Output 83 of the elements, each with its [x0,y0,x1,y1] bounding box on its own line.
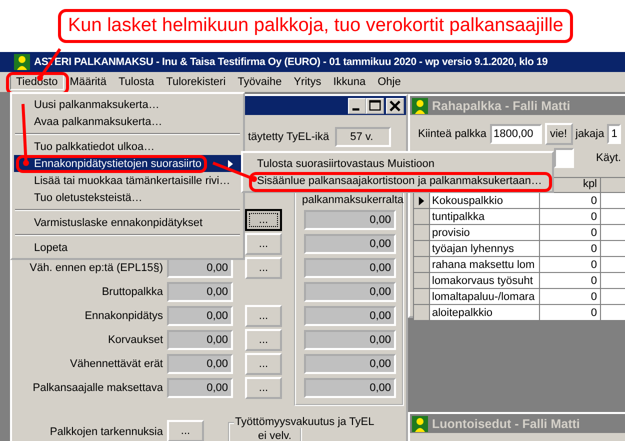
menu-item[interactable]: Tuo oletusteksteistä… [14,189,241,206]
field-label: Vähennettävät erät [70,358,163,370]
row-pointer-icon [418,196,425,206]
menu-item[interactable]: Työvaihe [232,74,288,90]
menu-item[interactable]: Ohje [372,74,407,90]
amount-field: 0,00 [167,282,233,302]
table-cell: aloitepalkkio [430,305,540,320]
menu-item[interactable]: Avaa palkanmaksukerta… [14,113,241,130]
person-icon [14,54,30,70]
table-cell: 0 [540,273,601,288]
table-cell: tuntipalkka [430,209,540,224]
details-button[interactable]: ... [167,420,204,441]
field-label: täytetty TyEL-ikä [248,131,330,143]
menu-item[interactable]: Lisää tai muokkaa tämänkertaisille rivi… [14,172,241,189]
group-label: palkanmaksukerralta [302,194,404,206]
amount-field: 0,00 [167,330,233,350]
table-cell: 0 [540,257,601,272]
details-button[interactable]: ... [245,209,282,231]
field-label: Palkansaajalle maksettava [32,382,163,394]
field-label: Bruttopalkka [102,286,163,298]
details-button[interactable]: ... [245,305,282,327]
menu-item[interactable]: Tulosta [112,74,160,90]
submenu-arrow-icon [228,160,233,168]
field-label: Palkkojen tarkennuksia [48,426,163,438]
group-label: Työttömyysvakuutus ja TyEL [234,416,376,428]
row-header[interactable] [414,193,430,208]
table-cell: työajan lyhennys [430,241,540,256]
person-icon [412,416,428,432]
menu-item[interactable]: Määritä [64,74,112,90]
table-cell: 0 [540,209,601,224]
close-icon[interactable] [386,98,404,114]
details-button[interactable]: ... [245,233,282,255]
table-cell: 0 [540,225,601,240]
details-button[interactable]: ... [245,257,282,279]
menu-item[interactable]: Tuo palkkatiedot ulkoa… [14,138,241,155]
field-label: jakaja [576,128,604,140]
amount-field: 0,00 [167,306,233,326]
menu-item[interactable]: Varmistuslaske ennakonpidätykset [14,214,241,231]
amount-field: 0,00 [304,210,396,230]
amount-field: 0,00 [167,258,233,278]
option-label: ei velv. [258,430,292,441]
table-cell: rahana maksettu lom [430,257,540,272]
input-field[interactable] [554,148,574,168]
salary-field[interactable]: 1800,00 [490,124,542,144]
leader-line [20,103,30,167]
details-button[interactable]: ... [245,377,282,399]
table-cell: 0 [540,241,601,256]
amount-field: 0,00 [304,258,396,278]
amount-field: 0,00 [304,306,396,326]
person-icon [412,98,428,114]
menu-item[interactable]: Tulosta suorasiirtovastaus Muistioon [245,155,550,172]
menu-item[interactable]: Lopeta [14,239,241,256]
amount-field: 0,00 [304,354,396,374]
table-cell: provisio [430,225,540,240]
table-cell: 0 [540,305,601,320]
field-label: Ennakonpidätys [84,310,163,322]
field-label: Korvaukset [108,334,163,346]
divisor-field[interactable]: 1 [607,124,622,144]
amount-field: 0,00 [304,282,396,302]
amount-field: 0,00 [304,378,396,398]
minimize-icon[interactable] [348,98,366,114]
amount-field: 0,00 [167,378,233,398]
menu-item[interactable]: Ennakonpidätystietojen suorasiirto [14,155,241,172]
window-title: Luontoisedut - Falli Matti [432,416,580,430]
maximize-icon[interactable] [366,98,384,114]
window-title: Rahapalkka - Falli Matti [432,98,570,112]
details-button[interactable]: ... [245,329,282,351]
menu-item[interactable]: Yritys [288,74,328,90]
field-label: Väh. ennen ep:tä (EPL15§) [30,262,163,274]
apply-button[interactable]: vie! [544,123,572,145]
table-cell: lomaltapaluu-/lomara [430,289,540,304]
details-button[interactable]: ... [245,353,282,375]
field-label: Kiinteä palkka [418,128,486,140]
field-label: Käyt. [596,152,622,164]
amount-field: 0,00 [167,354,233,374]
amount-field: 0,00 [304,234,396,254]
menu-item[interactable]: Tulorekisteri [160,74,232,90]
amount-field: 0,00 [304,330,396,350]
age-field: 57 v. [335,127,392,147]
menu-item[interactable]: Ikkuna [327,74,372,90]
callout-text: Kun lasket helmikuun palkkoja, tuo verokortit palkansaajille [58,9,574,43]
table-cell: lomakorvaus työsuht [430,273,540,288]
table-cell: 0 [540,289,601,304]
